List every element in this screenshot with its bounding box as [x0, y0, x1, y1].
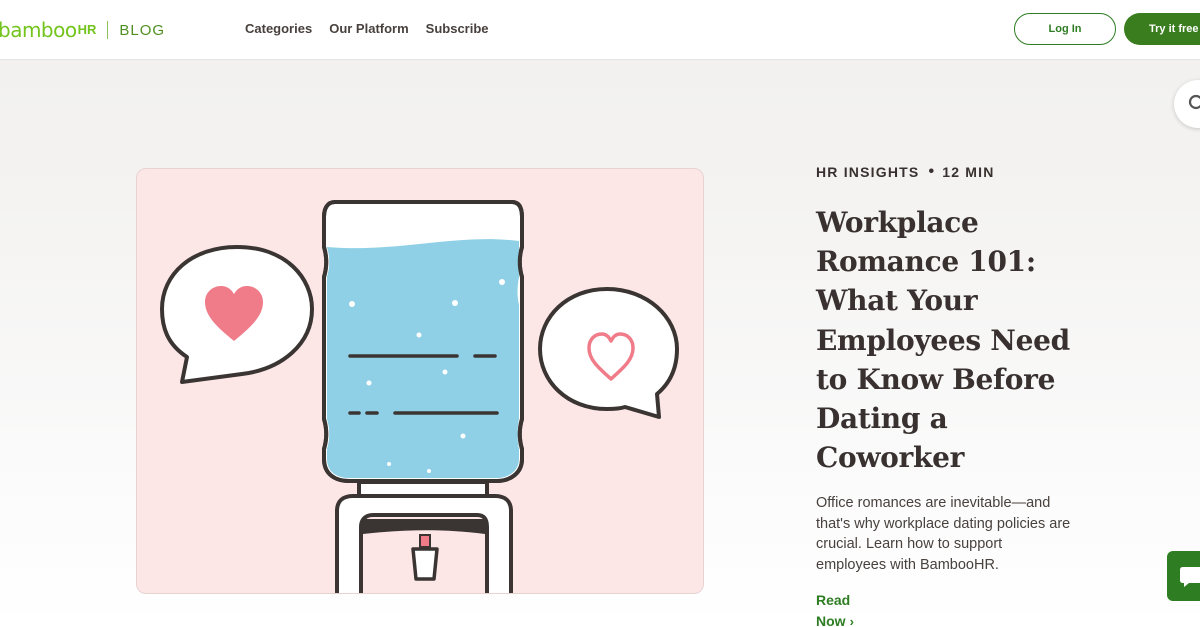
logo-hr: HR [77, 21, 97, 37]
article-description: Office romances are inevitable—and that'… [816, 495, 1071, 573]
login-button[interactable]: Log In [1014, 13, 1116, 45]
search-icon [1188, 94, 1200, 110]
nav-item-categories[interactable]: Categories [245, 21, 312, 36]
article-read-time: 12 MIN [942, 164, 995, 180]
logo-divider [107, 21, 109, 39]
water-dispenser [335, 480, 513, 593]
chat-icon [1180, 567, 1200, 587]
try-it-free-button[interactable]: Try it free [1124, 13, 1200, 45]
article-category[interactable]: HR INSIGHTS [816, 164, 919, 180]
search-button[interactable] [1174, 80, 1200, 128]
speech-bubble-left [160, 245, 314, 384]
main-nav: Categories Our Platform Subscribe [245, 21, 489, 36]
read-now-label: Read Now [816, 592, 851, 627]
nav-item-subscribe[interactable]: Subscribe [426, 21, 489, 36]
site-header: bamboo HR BLOG Categories Our Platform S… [0, 0, 1200, 60]
water-bottle [322, 200, 524, 483]
meta-separator: • [928, 163, 936, 180]
speech-bubble-right [538, 287, 679, 419]
nav-item-our-platform[interactable]: Our Platform [329, 21, 408, 36]
bamboohr-logo[interactable]: bamboo HR BLOG [0, 18, 166, 42]
water-cooler-illustration [160, 200, 679, 593]
read-now-link[interactable]: Read Now › [816, 590, 876, 627]
logo-blog-label: BLOG [119, 21, 166, 39]
chat-widget-button[interactable] [1167, 551, 1200, 601]
article-hero-image[interactable] [136, 168, 704, 594]
article-title[interactable]: Workplace Romance 101: What Your Employe… [816, 203, 1076, 477]
chevron-right-icon: › [849, 613, 854, 627]
article-meta: HR INSIGHTS • 12 MIN [816, 163, 995, 181]
logo-wordmark: bamboo [0, 18, 77, 42]
